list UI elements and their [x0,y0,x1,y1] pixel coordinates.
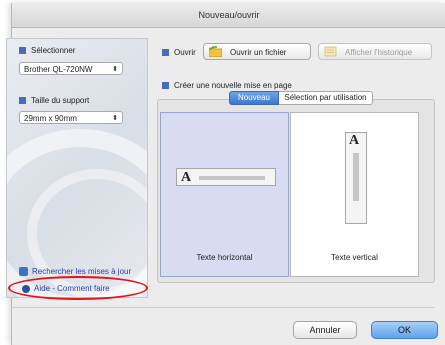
section-bullet-icon [19,47,26,54]
horizontal-label-preview-icon: A [176,168,276,186]
footer-divider [11,307,434,308]
popup-arrows-icon: ⬍ [112,66,118,73]
layout-tab-control: Nouveau Sélection par utilisation [229,91,373,105]
open-file-button[interactable]: Ouvrir un fichier [203,43,311,60]
media-size-select[interactable]: 29mm x 90mm ⬍ [19,111,123,124]
tab-new[interactable]: Nouveau [229,91,279,105]
window-title: Nouveau/ouvrir [12,3,445,28]
ok-button[interactable]: OK [371,321,438,339]
folder-icon [209,46,222,57]
printer-section-label: Sélectionner [19,46,75,55]
update-icon [19,267,28,276]
horizontal-text-option[interactable]: A Texte horizontal [160,112,289,277]
history-icon [324,46,337,57]
option-label: Texte horizontal [196,253,253,262]
section-bullet-icon [162,49,169,56]
section-bullet-icon [19,97,26,104]
option-label: Texte vertical [331,253,378,262]
help-highlight-circle [8,276,148,300]
show-history-button[interactable]: Afficher l'historique [318,43,432,60]
section-bullet-icon [162,82,169,89]
sidebar [6,38,148,298]
check-updates-link[interactable]: Rechercher les mises à jour [19,267,131,276]
vertical-text-option[interactable]: A Texte vertical [290,112,419,277]
tab-select-by-use[interactable]: Sélection par utilisation [279,91,373,105]
create-section-label: Créer une nouvelle mise en page [162,81,292,90]
open-section-label: Ouvrir [162,48,196,57]
media-section-label: Taille du support [19,96,89,105]
cancel-button[interactable]: Annuler [293,321,357,339]
vertical-label-preview-icon: A [345,132,367,224]
printer-select[interactable]: Brother QL-720NW ⬍ [19,62,123,75]
popup-arrows-icon: ⬍ [112,115,118,122]
